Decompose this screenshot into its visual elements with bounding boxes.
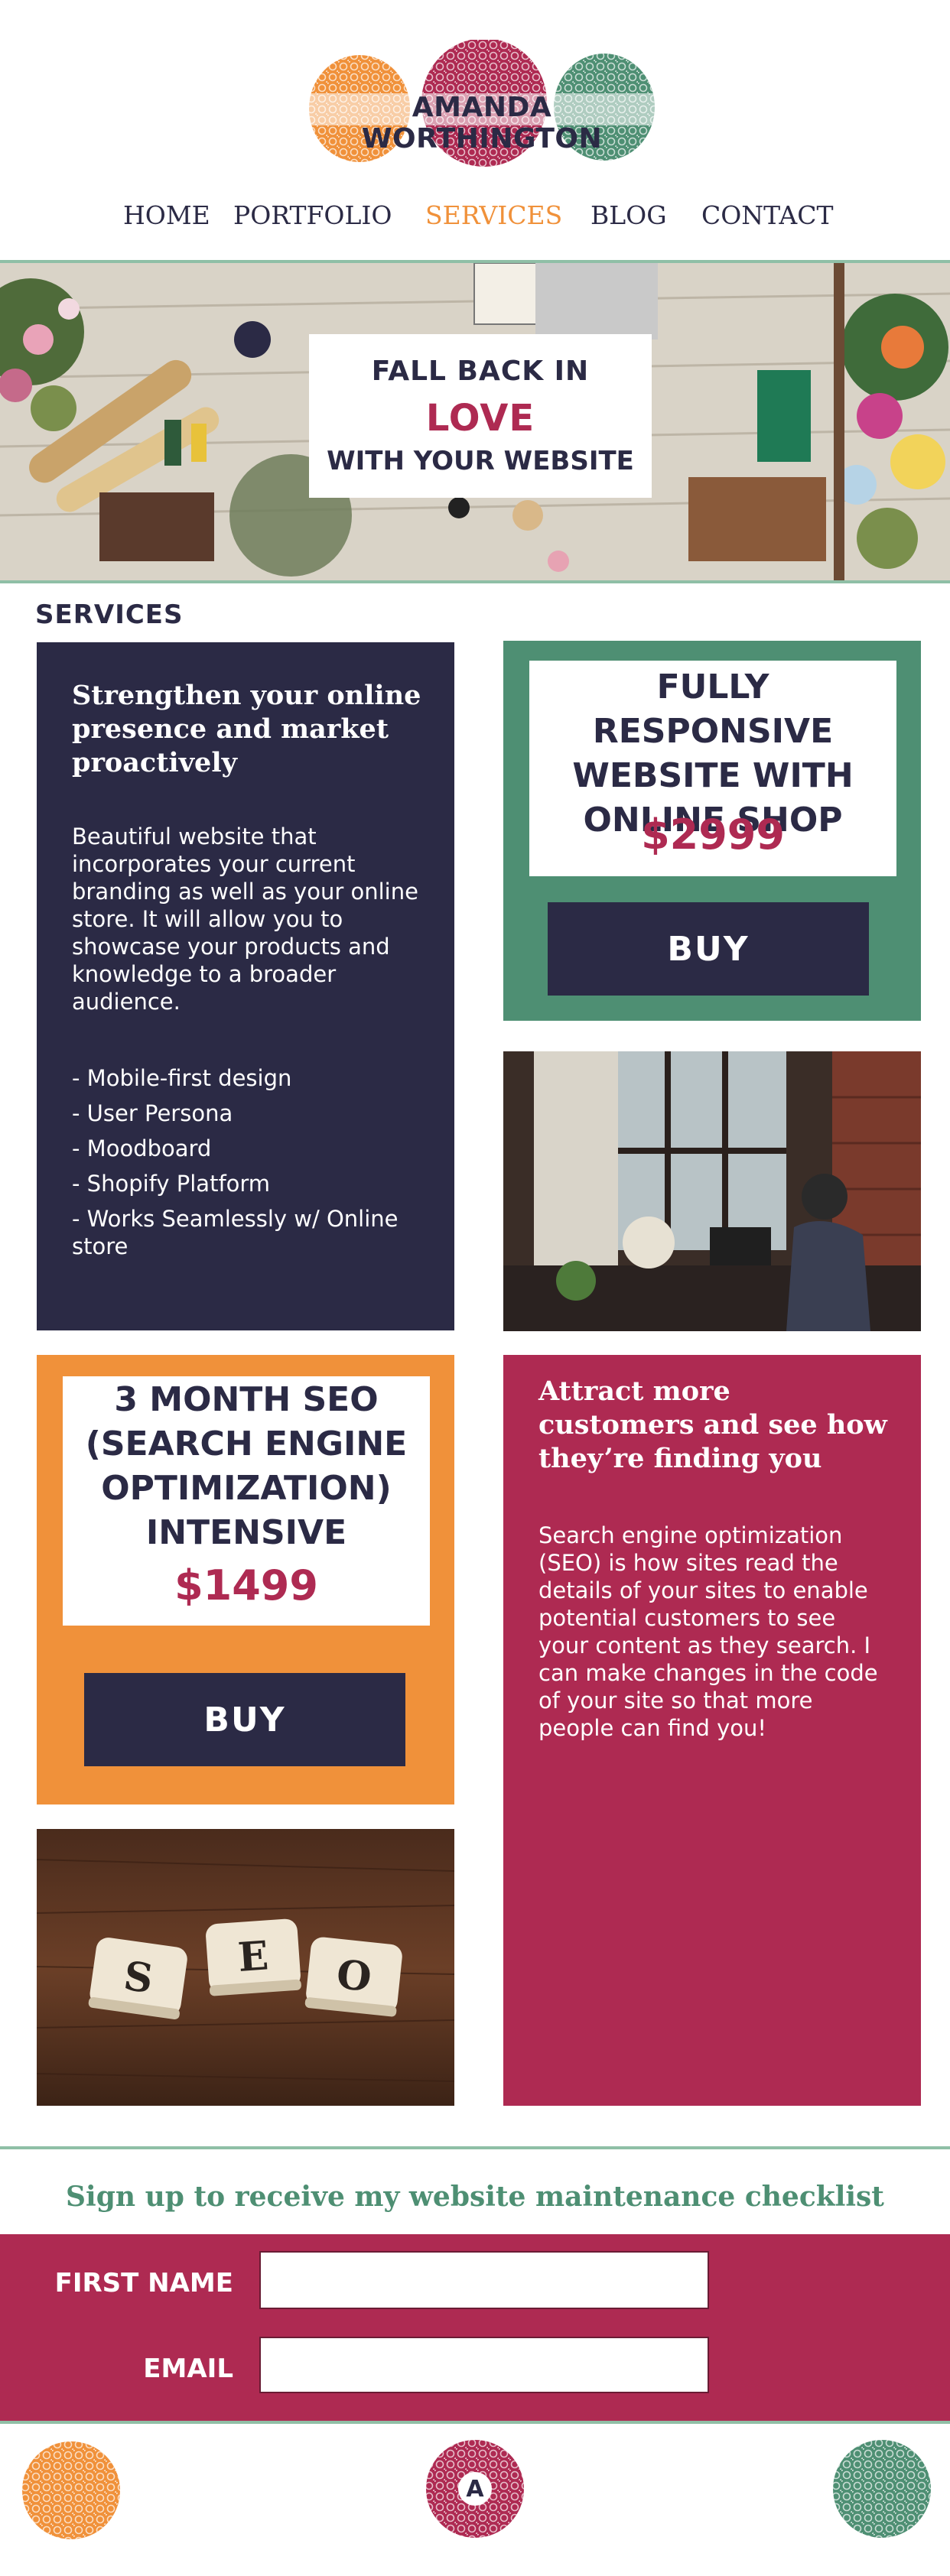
seo-tiles-photo: S E O bbox=[37, 1829, 454, 2106]
hero-line-1: FALL BACK IN bbox=[371, 356, 590, 387]
website-price: $2999 bbox=[641, 810, 785, 859]
website-buy-button[interactable]: BUY bbox=[548, 902, 869, 996]
email-field[interactable] bbox=[259, 2337, 709, 2393]
signup-form: FIRST NAME EMAIL bbox=[0, 2234, 950, 2424]
laptop-workspace-photo bbox=[503, 1051, 921, 1331]
tile-letter: O bbox=[334, 1951, 373, 2001]
green-medallion-icon bbox=[833, 2440, 931, 2538]
brand-name: AMANDA WORTHINGTON bbox=[361, 92, 603, 154]
list-item: - Works Seamlessly w/ Online store bbox=[72, 1206, 399, 1259]
seo-service-card: Attract more customers and see how they’… bbox=[503, 1355, 921, 2106]
nav-home[interactable]: HOME bbox=[123, 200, 210, 230]
hero-line-2: LOVE bbox=[425, 397, 535, 440]
footer-orange-medallion bbox=[20, 2439, 122, 2542]
signup-heading: Sign up to receive my website maintenanc… bbox=[66, 2181, 884, 2213]
section-divider bbox=[0, 2146, 950, 2149]
website-service-card: Strengthen your online presence and mark… bbox=[37, 642, 454, 1330]
hero-line-3: WITH YOUR WEBSITE bbox=[327, 446, 634, 476]
seo-package-title: 3 MONTH SEO (SEARCH ENGINE OPTIMIZATION)… bbox=[85, 1380, 408, 1552]
hero-callout: FALL BACK IN LOVE WITH YOUR WEBSITE bbox=[309, 334, 652, 498]
first-name-field[interactable] bbox=[259, 2251, 709, 2309]
tile-letter: E bbox=[236, 1932, 270, 1981]
list-item: - Mobile-first design bbox=[72, 1065, 292, 1091]
website-card-title: Strengthen your online presence and mark… bbox=[72, 680, 421, 778]
nav-portfolio[interactable]: PORTFOLIO bbox=[233, 200, 392, 230]
seo-card-description: Search engine optimization (SEO) is how … bbox=[538, 1522, 878, 1741]
monogram-letter: A bbox=[466, 2476, 484, 2503]
seo-tiles-image: S E O bbox=[37, 1829, 454, 2106]
website-pricing-card: FULLY RESPONSIVE WEBSITE WITH ONLINE SHO… bbox=[503, 641, 921, 1021]
website-price-box: FULLY RESPONSIVE WEBSITE WITH ONLINE SHO… bbox=[529, 661, 896, 876]
nav-contact[interactable]: CONTACT bbox=[701, 200, 833, 230]
seo-pricing-card: 3 MONTH SEO (SEARCH ENGINE OPTIMIZATION)… bbox=[37, 1355, 454, 1804]
list-item: - User Persona bbox=[72, 1100, 233, 1126]
list-item: - Moodboard bbox=[72, 1135, 212, 1161]
nav-services[interactable]: SERVICES bbox=[425, 200, 562, 230]
orange-medallion-icon bbox=[22, 2441, 120, 2539]
nav-blog[interactable]: BLOG bbox=[590, 200, 667, 230]
seo-card-title: Attract more customers and see how they’… bbox=[538, 1376, 887, 1474]
services-heading: SERVICES bbox=[35, 599, 184, 630]
website-feature-list: - Mobile-first design - User Persona - M… bbox=[72, 1064, 431, 1268]
list-item: - Shopify Platform bbox=[72, 1171, 271, 1197]
website-card-description: Beautiful website that incorporates your… bbox=[72, 823, 418, 1015]
first-name-label: FIRST NAME bbox=[54, 2268, 233, 2298]
email-label: EMAIL bbox=[143, 2353, 233, 2384]
seo-price: $1499 bbox=[174, 1561, 318, 1610]
footer-monogram[interactable]: A bbox=[424, 2438, 526, 2540]
laptop-workspace-image bbox=[503, 1051, 921, 1331]
brand-logo[interactable]: AMANDA WORTHINGTON bbox=[306, 38, 658, 174]
seo-price-box: 3 MONTH SEO (SEARCH ENGINE OPTIMIZATION)… bbox=[63, 1376, 430, 1626]
seo-buy-button[interactable]: BUY bbox=[84, 1673, 405, 1766]
main-nav: HOME PORTFOLIO SERVICES BLOG CONTACT bbox=[0, 200, 950, 240]
footer-green-medallion bbox=[831, 2438, 933, 2540]
